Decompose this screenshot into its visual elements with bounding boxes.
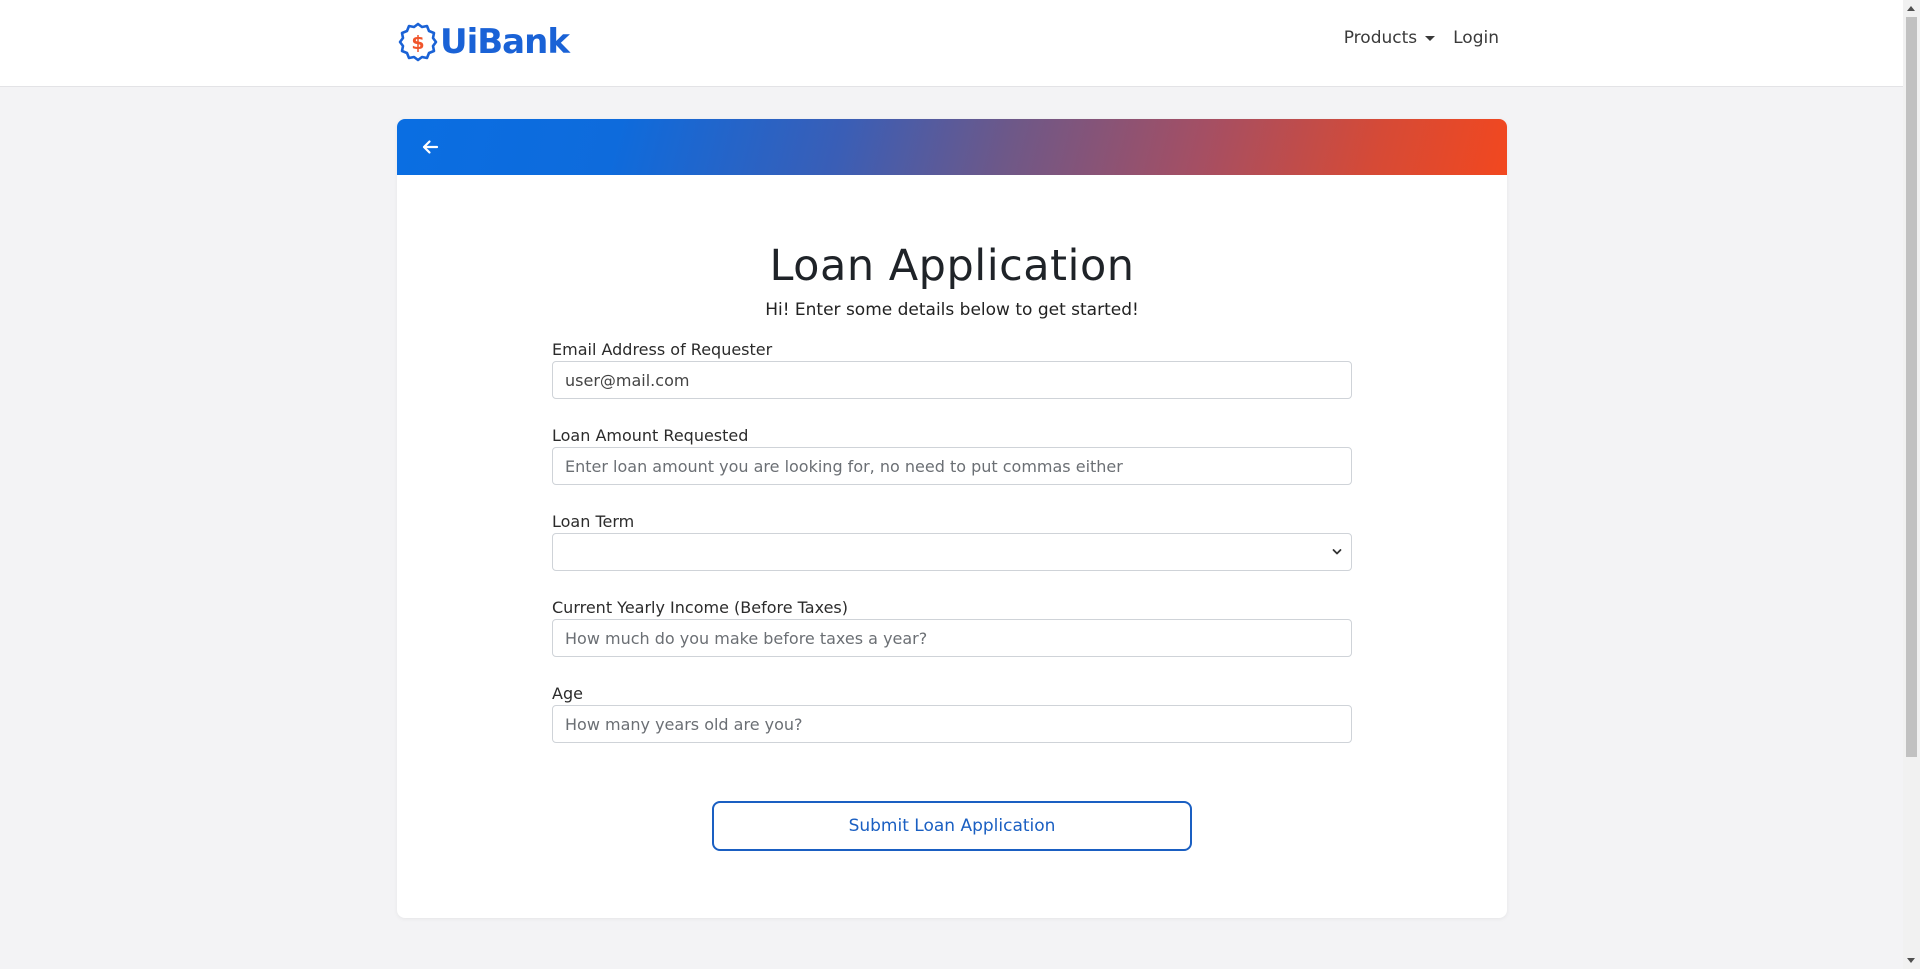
login-link[interactable]: Login bbox=[1453, 28, 1499, 48]
vertical-scrollbar[interactable] bbox=[1903, 0, 1920, 969]
income-field[interactable] bbox=[552, 619, 1352, 657]
back-button[interactable] bbox=[415, 132, 445, 162]
login-label: Login bbox=[1453, 28, 1499, 48]
products-dropdown[interactable]: Products bbox=[1343, 28, 1436, 48]
loan-amount-group: Loan Amount Requested bbox=[552, 425, 1352, 485]
brand-name: UiBank bbox=[440, 22, 570, 62]
nav-links: Products Login bbox=[1344, 28, 1499, 48]
top-navbar: $ UiBank Products Login bbox=[0, 0, 1903, 87]
brand-home-link[interactable]: $ UiBank bbox=[398, 22, 570, 62]
income-label: Current Yearly Income (Before Taxes) bbox=[552, 598, 848, 617]
age-field[interactable] bbox=[552, 705, 1352, 743]
submit-loan-application-button[interactable]: Submit Loan Application bbox=[712, 801, 1192, 851]
page-subtitle: Hi! Enter some details below to get star… bbox=[765, 300, 1139, 320]
dollar-gear-logo-icon: $ bbox=[398, 22, 438, 62]
email-label: Email Address of Requester bbox=[552, 340, 773, 359]
scroll-down-arrow-icon[interactable] bbox=[1907, 958, 1915, 963]
products-label: Products bbox=[1343, 28, 1418, 48]
caret-down-icon bbox=[1425, 35, 1436, 41]
loan-application-card: Loan Application Hi! Enter some details … bbox=[397, 119, 1507, 918]
age-group: Age bbox=[552, 683, 1352, 743]
loan-amount-label: Loan Amount Requested bbox=[552, 426, 749, 445]
scrollbar-thumb[interactable] bbox=[1906, 17, 1917, 757]
income-group: Current Yearly Income (Before Taxes) bbox=[552, 597, 1352, 657]
svg-text:$: $ bbox=[411, 32, 424, 54]
loan-amount-field[interactable] bbox=[552, 447, 1352, 485]
scroll-up-arrow-icon[interactable] bbox=[1907, 6, 1915, 11]
email-group: Email Address of Requester bbox=[552, 339, 1352, 399]
page: $ UiBank Products Login Loan Application… bbox=[0, 0, 1920, 969]
arrow-left-icon bbox=[422, 140, 439, 154]
loan-term-group: Loan Term bbox=[552, 511, 1352, 571]
age-label: Age bbox=[552, 684, 583, 703]
page-title: Loan Application bbox=[769, 241, 1135, 291]
loan-term-select[interactable] bbox=[552, 533, 1352, 571]
card-header-banner bbox=[397, 119, 1507, 175]
loan-term-label: Loan Term bbox=[552, 512, 635, 531]
email-field[interactable] bbox=[552, 361, 1352, 399]
